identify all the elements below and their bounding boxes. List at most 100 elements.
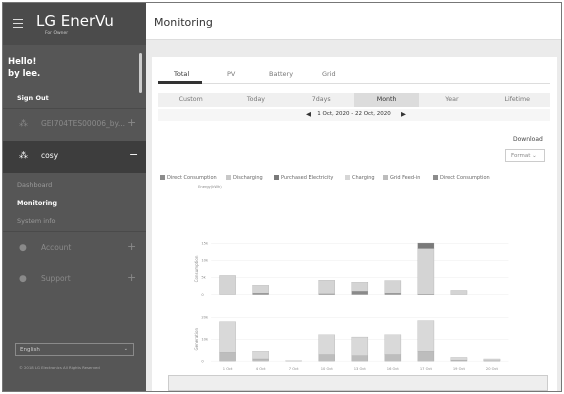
x-tick-label: 7 Oct [289,367,299,371]
bar-segment [351,291,369,295]
x-tick-label: 10 Oct [321,367,334,371]
sidebar-item-dashboard[interactable]: Dashboard [17,181,52,189]
brand-subtitle: For Owner [45,31,69,36]
monitoring-card: Total PV Battery Grid Custom Today 7days… [152,57,557,391]
bar-segment [384,293,402,295]
bar-segment [351,355,369,362]
sidebar: LG EnerVu For Owner Hello! by lee. Sign … [3,3,146,391]
tab-total[interactable]: Total [174,70,189,78]
chart-range-scroller[interactable] [168,375,548,391]
bar-segment [318,280,335,295]
date-range: 1 Oct, 2020 - 22 Oct, 2020 [317,111,391,117]
site-label: cosy [41,151,59,160]
account-label: Account [41,243,72,252]
next-arrow-icon[interactable]: ▶ [401,110,406,118]
main-content: Monitoring Total PV Battery Grid Custom … [146,3,561,391]
bar-segment [417,351,435,362]
format-value: Format [511,153,531,159]
y-tick-label: 15k [201,242,209,246]
bar-segment [384,280,402,294]
app-window: LG EnerVu For Owner Hello! by lee. Sign … [2,2,562,392]
tab-bar: Total PV Battery Grid [158,65,550,84]
sidebar-item-support[interactable]: ● Support + [3,264,146,294]
greeting: Hello! by lee. [8,56,40,80]
bar-segment [450,359,468,362]
divider [3,231,146,232]
page-title: Monitoring [154,16,213,29]
bar-segment [384,334,402,355]
bar-segment [252,351,269,360]
bar-segment [351,336,369,356]
sidebar-item-device[interactable]: ⁂ GEI704TES00006_by... + [3,109,146,139]
greeting-line-2: by lee. [8,69,41,79]
bar-segment [351,282,369,292]
sign-out-link[interactable]: Sign Out [17,94,49,102]
bar-segment [417,248,435,295]
bar-segment [483,358,501,361]
x-tick-label: 19 Oct [453,367,466,371]
period-selector: Custom Today 7days Month Year Lifetime [158,93,550,107]
y-tick-label: 0 [201,293,204,297]
bar-segment [219,321,236,353]
unit-label: Energy(kWh) [198,185,222,189]
download-label: Download [513,136,543,143]
bar-segment [417,320,435,352]
period-today[interactable]: Today [223,93,288,107]
period-custom[interactable]: Custom [158,93,223,107]
menu-icon[interactable] [13,19,23,28]
period-lifetime[interactable]: Lifetime [485,93,550,107]
format-select[interactable]: Format ⌄ [505,149,545,162]
sidebar-item-cosy[interactable]: ⁂ cosy − [3,141,146,173]
brand-bar: LG EnerVu For Owner [3,3,146,45]
chevron-down-icon: ⌄ [123,346,128,352]
bar-segment [219,275,236,295]
language-select[interactable]: English ⌄ [15,343,134,356]
bar-segment [252,293,269,295]
energy-chart: Energy(kWh) 15k 10k 5k 0 Consumption 20k 10k 0 Ge… [194,185,509,371]
greeting-line-1: Hello! [8,57,37,67]
bar-segment [318,354,335,362]
y-tick-label: 10k [201,337,209,341]
bar-segment [450,290,468,295]
y-tick-label: 5k [201,276,206,280]
sidebar-item-account[interactable]: ● Account + [3,233,146,263]
date-navigator: ◀ 1 Oct, 2020 - 22 Oct, 2020 ▶ [158,109,550,121]
bar-segment [252,358,269,362]
sidebar-item-system-info[interactable]: System info [17,217,56,225]
y-tick-label: 0 [201,359,204,363]
bar-segment [417,242,435,249]
period-month[interactable]: Month [354,93,420,107]
device-label: GEI704TES00006_by... [41,119,126,128]
y-axis-label: Generation [194,328,199,351]
bar-segment [219,352,236,362]
sites-icon: ⁂ [19,151,28,161]
copyright: © 2018 LG Electronics All Rights Reserve… [19,365,100,370]
expand-plus-icon[interactable]: + [127,271,136,284]
x-tick-label: 1 Oct [223,367,233,371]
period-7days[interactable]: 7days [289,93,354,107]
top-bar: Monitoring [146,3,561,40]
sites-icon: ⁂ [19,119,28,129]
bar-segment [318,334,335,355]
y-tick-label: 10k [201,259,209,263]
y-axis-label: Consumption [194,255,199,282]
user-icon: ● [19,243,27,253]
x-tick-label: 17 Oct [420,367,433,371]
language-value: English [20,347,40,353]
collapse-minus-icon[interactable]: − [129,148,138,161]
expand-plus-icon[interactable]: + [127,240,136,253]
y-tick-label: 20k [201,316,209,320]
x-tick-label: 20 Oct [486,367,499,371]
sidebar-item-monitoring[interactable]: Monitoring [17,199,57,207]
tab-grid[interactable]: Grid [322,70,336,78]
x-tick-label: 4 Oct [256,367,266,371]
period-year[interactable]: Year [419,93,484,107]
support-label: Support [41,274,71,283]
expand-plus-icon[interactable]: + [127,116,136,129]
tab-battery[interactable]: Battery [269,70,293,78]
brand-logo: LG EnerVu [36,12,114,30]
info-icon: ● [19,274,27,284]
tab-pv[interactable]: PV [227,70,235,78]
bar-segment [450,357,468,361]
sidebar-scrollbar[interactable] [139,53,142,93]
